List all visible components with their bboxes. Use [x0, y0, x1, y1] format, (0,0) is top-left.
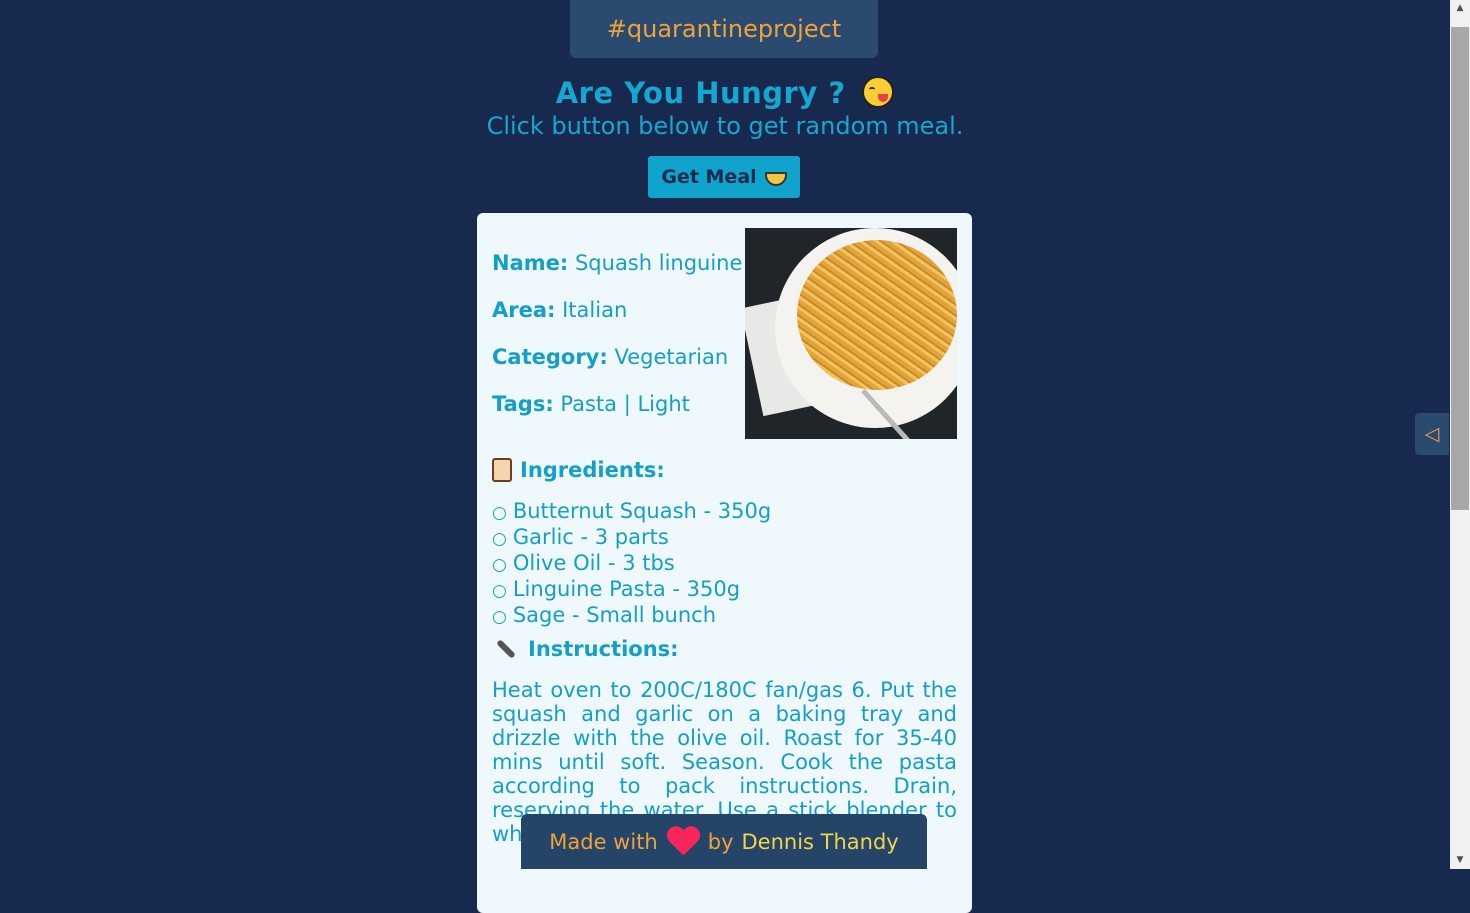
knife-icon — [496, 639, 516, 659]
meal-tags: Pasta | Light — [560, 392, 690, 416]
get-meal-label: Get Meal — [661, 166, 757, 188]
footer-made-with: Made with — [549, 829, 658, 854]
meal-category: Vegetarian — [614, 345, 729, 369]
list-item: Garlic - 3 parts — [492, 525, 771, 551]
footer: Made with by Dennis Thandy — [521, 814, 927, 869]
scrollbar[interactable]: ▲ ▼ — [1450, 0, 1470, 869]
meal-area: Italian — [562, 298, 628, 322]
hashtag-text: #quarantineproject — [606, 15, 842, 43]
meal-name-row: Name: Squash linguine — [492, 251, 742, 298]
list-item: Linguine Pasta - 350g — [492, 577, 771, 603]
meal-tags-row: Tags: Pasta | Light — [492, 392, 742, 439]
scroll-up-icon[interactable]: ▲ — [1450, 0, 1470, 17]
list-item: Butternut Squash - 350g — [492, 499, 771, 525]
meal-category-row: Category: Vegetarian — [492, 345, 742, 392]
footer-author-link[interactable]: Dennis Thandy — [742, 830, 899, 854]
meal-card: Name: Squash linguine Area: Italian Cate… — [477, 213, 972, 913]
side-panel-toggle[interactable]: ◁ — [1415, 413, 1449, 455]
page-subtitle: Click button below to get random meal. — [486, 112, 964, 140]
instructions-title: Instructions: — [528, 637, 679, 661]
instructions-heading: Instructions: — [492, 637, 679, 661]
list-item: Sage - Small bunch — [492, 603, 771, 629]
hashtag-banner: #quarantineproject — [570, 0, 878, 58]
get-meal-button[interactable]: Get Meal — [648, 156, 800, 198]
ingredients-title: Ingredients: — [520, 458, 665, 482]
meal-category-label: Category: — [492, 345, 608, 369]
meal-tags-label: Tags: — [492, 392, 554, 416]
bowl-icon — [764, 172, 787, 186]
yummy-face-icon — [862, 76, 895, 108]
page-title-text: Are You Hungry ? — [555, 76, 846, 110]
ingredients-heading: Ingredients: — [492, 458, 665, 482]
ingredients-list: Butternut Squash - 350g Garlic - 3 parts… — [492, 499, 771, 629]
heart-icon — [666, 827, 700, 857]
meal-image — [745, 228, 957, 439]
scrollbar-thumb[interactable] — [1451, 27, 1469, 510]
scroll-down-icon[interactable]: ▼ — [1450, 852, 1470, 869]
meal-name: Squash linguine — [574, 251, 743, 275]
list-item: Olive Oil - 3 tbs — [492, 551, 771, 577]
triangle-left-icon: ◁ — [1424, 423, 1440, 445]
meal-name-label: Name: — [492, 251, 569, 275]
meal-area-row: Area: Italian — [492, 298, 742, 345]
page-title: Are You Hungry ? — [0, 76, 1450, 110]
scroll-icon — [492, 458, 512, 482]
meal-info: Name: Squash linguine Area: Italian Cate… — [492, 251, 742, 439]
footer-by: by — [707, 829, 734, 854]
meal-area-label: Area: — [492, 298, 556, 322]
